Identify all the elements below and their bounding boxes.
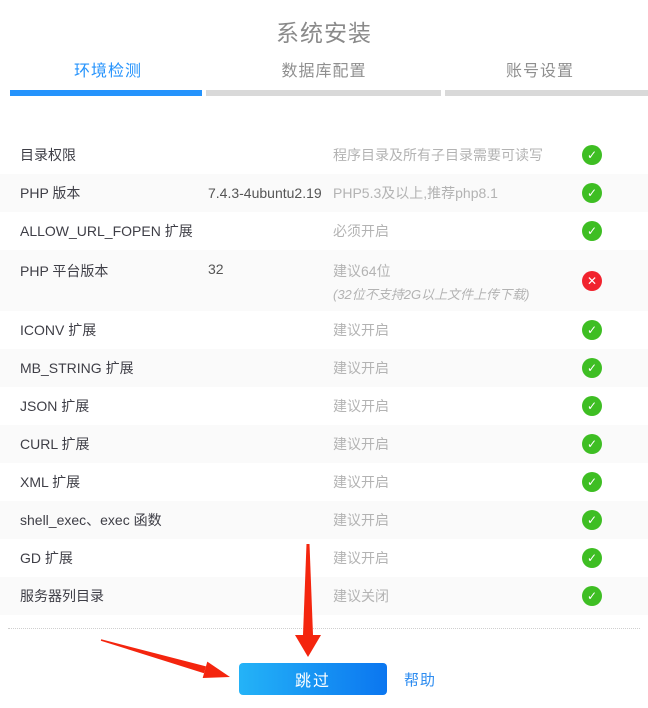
progress-segment-active [10, 90, 202, 96]
status-icon: ✓ [582, 358, 602, 378]
check-status-cell: ✓ [582, 586, 648, 606]
check-row: CURL 扩展 建议开启 ✓ [0, 425, 648, 463]
check-name: ICONV 扩展 [0, 320, 208, 340]
check-requirement: 建议开启 [333, 320, 582, 340]
check-requirement-text: 建议开启 [333, 358, 582, 378]
check-name: PHP 版本 [0, 183, 208, 203]
check-name: GD 扩展 [0, 548, 208, 568]
status-icon: ✓ [582, 548, 602, 568]
check-requirement-text: 建议64位 [333, 261, 582, 281]
check-requirement-text: 建议开启 [333, 320, 582, 340]
check-name: CURL 扩展 [0, 434, 208, 454]
check-requirement-text: 建议开启 [333, 396, 582, 416]
status-icon: ✓ [582, 145, 602, 165]
env-check-table: 目录权限 程序目录及所有子目录需要可读写 ✓ PHP 版本 7.4.3-4ubu… [0, 136, 648, 615]
tab-environment-check[interactable]: 环境检测 [0, 54, 216, 84]
check-name: JSON 扩展 [0, 396, 208, 416]
check-name: ALLOW_URL_FOPEN 扩展 [0, 221, 208, 241]
check-status-cell: ✓ [582, 434, 648, 454]
check-requirement-text: 建议开启 [333, 434, 582, 454]
check-status-cell: ✓ [582, 358, 648, 378]
check-requirement: 建议开启 [333, 510, 582, 530]
check-status-cell: ✕ [582, 271, 648, 291]
status-icon: ✓ [582, 396, 602, 416]
status-icon: ✓ [582, 586, 602, 606]
check-name: shell_exec、exec 函数 [0, 510, 208, 530]
progress-segment-inactive [445, 90, 648, 96]
status-icon: ✓ [582, 183, 602, 203]
check-status-cell: ✓ [582, 510, 648, 530]
tab-database-config[interactable]: 数据库配置 [216, 54, 432, 84]
check-name: MB_STRING 扩展 [0, 358, 208, 378]
check-status-cell: ✓ [582, 548, 648, 568]
check-row: PHP 平台版本 32 建议64位 (32位不支持2G以上文件上传下载) ✕ [0, 250, 648, 311]
help-link[interactable]: 帮助 [404, 663, 436, 695]
check-row: MB_STRING 扩展 建议开启 ✓ [0, 349, 648, 387]
status-icon: ✓ [582, 472, 602, 492]
check-requirement-text: 建议开启 [333, 510, 582, 530]
check-row: shell_exec、exec 函数 建议开启 ✓ [0, 501, 648, 539]
check-requirement: 建议开启 [333, 472, 582, 492]
check-current-value: 32 [208, 250, 333, 277]
check-requirement: 必须开启 [333, 221, 582, 241]
check-requirement: PHP5.3及以上,推荐php8.1 [333, 183, 582, 203]
check-row: ALLOW_URL_FOPEN 扩展 必须开启 ✓ [0, 212, 648, 250]
check-name: PHP 平台版本 [0, 250, 208, 281]
check-status-cell: ✓ [582, 396, 648, 416]
footer-divider [8, 628, 640, 629]
check-requirement: 建议64位 (32位不支持2G以上文件上传下载) [333, 250, 582, 303]
check-requirement-text: 建议开启 [333, 472, 582, 492]
status-icon: ✓ [582, 434, 602, 454]
check-row: JSON 扩展 建议开启 ✓ [0, 387, 648, 425]
status-icon: ✓ [582, 221, 602, 241]
check-requirement-text: 建议关闭 [333, 586, 582, 606]
check-name: 目录权限 [0, 145, 208, 165]
check-requirement-text: 程序目录及所有子目录需要可读写 [333, 145, 582, 165]
check-row: PHP 版本 7.4.3-4ubuntu2.19 PHP5.3及以上,推荐php… [0, 174, 648, 212]
status-icon: ✕ [582, 271, 602, 291]
check-requirement: 建议开启 [333, 434, 582, 454]
installer-page: 系统安装 环境检测 数据库配置 账号设置 目录权限 程序目录及所有子目录需要可读… [0, 0, 648, 708]
check-status-cell: ✓ [582, 183, 648, 203]
diagonal-annotation-arrow [101, 639, 230, 678]
check-requirement-text: 建议开启 [333, 548, 582, 568]
check-row: XML 扩展 建议开启 ✓ [0, 463, 648, 501]
check-status-cell: ✓ [582, 320, 648, 340]
check-row: ICONV 扩展 建议开启 ✓ [0, 311, 648, 349]
check-requirement: 建议开启 [333, 548, 582, 568]
check-requirement: 建议关闭 [333, 586, 582, 606]
check-current-value: 7.4.3-4ubuntu2.19 [208, 185, 333, 201]
check-name: 服务器列目录 [0, 586, 208, 606]
check-requirement-text: 必须开启 [333, 221, 582, 241]
check-requirement-text: PHP5.3及以上,推荐php8.1 [333, 183, 582, 203]
tab-bar: 环境检测 数据库配置 账号设置 [0, 54, 648, 84]
tab-account-settings[interactable]: 账号设置 [432, 54, 648, 84]
check-requirement: 建议开启 [333, 396, 582, 416]
check-row: 服务器列目录 建议关闭 ✓ [0, 577, 648, 615]
check-requirement: 程序目录及所有子目录需要可读写 [333, 145, 582, 165]
check-requirement: 建议开启 [333, 358, 582, 378]
check-requirement-note: (32位不支持2G以上文件上传下载) [333, 284, 582, 303]
check-status-cell: ✓ [582, 145, 648, 165]
check-name: XML 扩展 [0, 472, 208, 492]
check-row: GD 扩展 建议开启 ✓ [0, 539, 648, 577]
check-status-cell: ✓ [582, 221, 648, 241]
status-icon: ✓ [582, 510, 602, 530]
page-title: 系统安装 [0, 14, 648, 48]
check-row: 目录权限 程序目录及所有子目录需要可读写 ✓ [0, 136, 648, 174]
progress-segment-inactive [206, 90, 441, 96]
status-icon: ✓ [582, 320, 602, 340]
skip-button[interactable]: 跳过 [239, 663, 387, 695]
check-status-cell: ✓ [582, 472, 648, 492]
